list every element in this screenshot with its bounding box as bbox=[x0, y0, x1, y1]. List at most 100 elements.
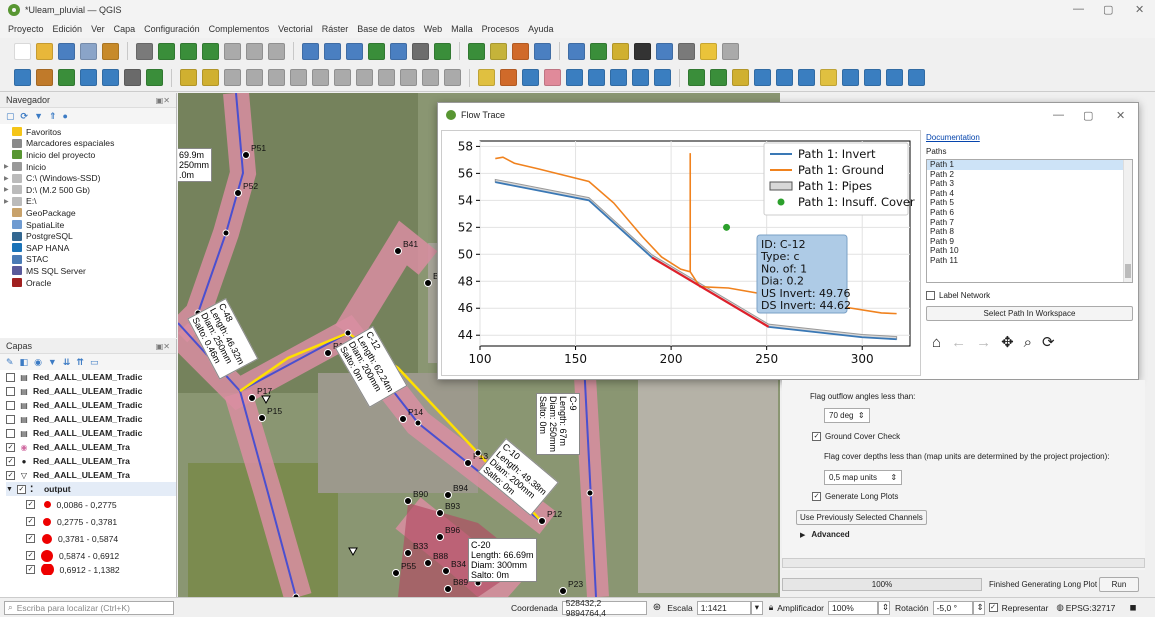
browser-item[interactable]: SAP HANA bbox=[4, 242, 176, 254]
layer-item[interactable]: ✓ ● Red_AALL_ULEAM_Tra bbox=[6, 454, 176, 468]
close-icon[interactable]: ✕ bbox=[1135, 3, 1144, 16]
filter-legend-icon[interactable]: ▼ bbox=[48, 357, 57, 367]
toolbar-tool-icon[interactable] bbox=[202, 42, 219, 60]
browser-item[interactable]: Favoritos bbox=[4, 126, 176, 138]
toolbar-tool-icon[interactable] bbox=[368, 42, 385, 60]
toolbar-tool-icon[interactable] bbox=[356, 69, 373, 86]
browser-item[interactable]: Marcadores espaciales bbox=[4, 138, 176, 150]
toolbar-tool-icon[interactable] bbox=[268, 69, 285, 86]
locator-search-input[interactable]: ⌕ Escriba para localizar (Ctrl+K) bbox=[4, 600, 174, 615]
toolbar-tool-icon[interactable] bbox=[36, 42, 53, 60]
collapse-icon[interactable]: ⇑ bbox=[49, 111, 57, 122]
toolbar-tool-icon[interactable] bbox=[710, 69, 727, 86]
ground-cover-checkbox[interactable]: ✓ bbox=[812, 432, 821, 441]
manhole-node[interactable] bbox=[474, 449, 482, 457]
render-checkbox[interactable]: ✓ bbox=[988, 603, 998, 612]
manhole-node[interactable] bbox=[586, 489, 594, 497]
scale-dropdown-icon[interactable]: ▾ bbox=[750, 600, 763, 615]
toolbar-tool-icon[interactable] bbox=[566, 69, 583, 86]
panel-close-icon[interactable]: ▣✕ bbox=[156, 96, 170, 105]
layer-item[interactable]: ▤ Red_AALL_ULEAM_Tradic bbox=[6, 426, 176, 440]
toolbar-tool-icon[interactable] bbox=[478, 69, 495, 86]
layer-item[interactable]: ▤ Red_AALL_ULEAM_Tradic bbox=[6, 398, 176, 412]
info-icon[interactable]: ● bbox=[63, 111, 68, 121]
manhole-node[interactable] bbox=[394, 247, 402, 255]
toolbar-tool-icon[interactable] bbox=[202, 69, 219, 86]
browser-item[interactable]: Oracle bbox=[4, 277, 176, 289]
collapse-arrow-icon[interactable]: ▼ bbox=[6, 486, 13, 493]
remove-layer-icon[interactable]: ▭ bbox=[90, 357, 99, 368]
dialog-maximize-icon[interactable]: ▢ bbox=[1083, 109, 1093, 122]
toolbar-tool-icon[interactable] bbox=[14, 69, 31, 86]
toolbar-tool-icon[interactable] bbox=[36, 69, 53, 86]
zoom-icon[interactable]: ⌕ bbox=[1024, 334, 1032, 351]
class-visibility-checkbox[interactable]: ✓ bbox=[26, 565, 35, 574]
manhole-node[interactable] bbox=[399, 415, 407, 423]
menu-item[interactable]: Edición bbox=[53, 24, 83, 34]
browser-item[interactable]: ▶ C:\ (Windows-SSD) bbox=[4, 172, 176, 184]
documentation-link[interactable]: Documentation bbox=[926, 133, 1133, 145]
legend-class-item[interactable]: ✓ 0,5874 - 0,6912 bbox=[6, 547, 176, 564]
manhole-node[interactable] bbox=[436, 533, 444, 541]
manhole-node[interactable] bbox=[248, 394, 256, 402]
manhole-node[interactable] bbox=[234, 189, 242, 197]
toolbar-tool-icon[interactable] bbox=[80, 69, 97, 86]
minimize-icon[interactable]: — bbox=[1073, 3, 1084, 15]
add-group-icon[interactable]: ◧ bbox=[20, 357, 29, 368]
refresh-icon[interactable]: ⟳ bbox=[21, 111, 29, 122]
toolbar-tool-icon[interactable] bbox=[700, 42, 717, 60]
path-list-item[interactable]: Path 8 bbox=[927, 227, 1132, 237]
toolbar-tool-icon[interactable] bbox=[534, 42, 551, 60]
pan-icon[interactable]: ✥ bbox=[1001, 333, 1014, 351]
rotation-field[interactable]: -5,0 ° bbox=[932, 600, 973, 615]
home-icon[interactable]: ⌂ bbox=[932, 334, 941, 351]
toolbar-tool-icon[interactable] bbox=[158, 42, 175, 60]
toolbar-tool-icon[interactable] bbox=[14, 42, 31, 60]
menu-item[interactable]: Ayuda bbox=[528, 24, 553, 34]
path-list-item[interactable]: Path 7 bbox=[927, 217, 1132, 228]
browser-item[interactable]: GeoPackage bbox=[4, 207, 176, 219]
collapse-all-icon[interactable]: ⇈ bbox=[76, 357, 84, 368]
browser-item[interactable]: Inicio del proyecto bbox=[4, 149, 176, 161]
browser-item[interactable]: SpatiaLite bbox=[4, 219, 176, 231]
magnifier-spin-icon[interactable]: ⇕ bbox=[878, 600, 891, 615]
legend-class-item[interactable]: ✓ 0,3781 - 0,5874 bbox=[6, 530, 176, 547]
path-list-item[interactable]: Path 3 bbox=[927, 179, 1132, 189]
manhole-node[interactable] bbox=[404, 497, 412, 505]
layer-item[interactable]: ✓ ◉ Red_AALL_ULEAM_Tra bbox=[6, 440, 176, 454]
long-plot-canvas[interactable]: 100 150 200 250 300 44 46 48 50 52 54 56 58 Path 1: I… bbox=[441, 130, 921, 376]
class-visibility-checkbox[interactable]: ✓ bbox=[26, 500, 35, 509]
manhole-node[interactable] bbox=[538, 517, 546, 525]
manhole-node[interactable] bbox=[392, 569, 400, 577]
menu-item[interactable]: Complementos bbox=[209, 24, 270, 34]
toolbar-tool-icon[interactable] bbox=[568, 42, 585, 60]
toolbar-tool-icon[interactable] bbox=[688, 69, 705, 86]
toolbar-tool-icon[interactable] bbox=[776, 69, 793, 86]
menu-item[interactable]: Malla bbox=[451, 24, 473, 34]
filter-icon[interactable]: ▼ bbox=[34, 111, 43, 121]
rotation-spin-icon[interactable]: ⇕ bbox=[972, 600, 985, 615]
toolbar-tool-icon[interactable] bbox=[334, 69, 351, 86]
expand-arrow-icon[interactable]: ▶ bbox=[4, 175, 12, 182]
path-list-item[interactable]: Path 1 bbox=[927, 160, 1132, 170]
toolbar-tool-icon[interactable] bbox=[522, 69, 539, 86]
manhole-node[interactable] bbox=[414, 419, 422, 427]
add-selected-icon[interactable]: ▢ bbox=[6, 111, 15, 122]
expand-arrow-icon[interactable]: ▶ bbox=[800, 531, 805, 539]
manhole-node[interactable] bbox=[464, 459, 472, 467]
toolbar-tool-icon[interactable] bbox=[58, 69, 75, 86]
toolbar-tool-icon[interactable] bbox=[346, 42, 363, 60]
toolbar-tool-icon[interactable] bbox=[80, 42, 97, 60]
layer-visibility-checkbox[interactable]: ✓ bbox=[6, 456, 15, 466]
path-list-item[interactable]: Path 5 bbox=[927, 198, 1132, 208]
coordinate-field[interactable]: 528432,2 9894764,4 bbox=[561, 598, 647, 617]
menu-item[interactable]: Web bbox=[424, 24, 442, 34]
browser-item[interactable]: MS SQL Server bbox=[4, 265, 176, 277]
menu-item[interactable]: Vectorial bbox=[278, 24, 313, 34]
output-layer-item[interactable]: ▼ ✓ ⁚ output bbox=[6, 482, 176, 496]
outflow-angle-spinbox[interactable]: 70 deg ⇕ bbox=[824, 408, 870, 423]
toolbar-tool-icon[interactable] bbox=[512, 42, 529, 60]
toolbar-tool-icon[interactable] bbox=[490, 42, 507, 60]
manhole-node[interactable] bbox=[404, 549, 412, 557]
layer-visibility-checkbox[interactable]: ✓ bbox=[16, 484, 26, 494]
